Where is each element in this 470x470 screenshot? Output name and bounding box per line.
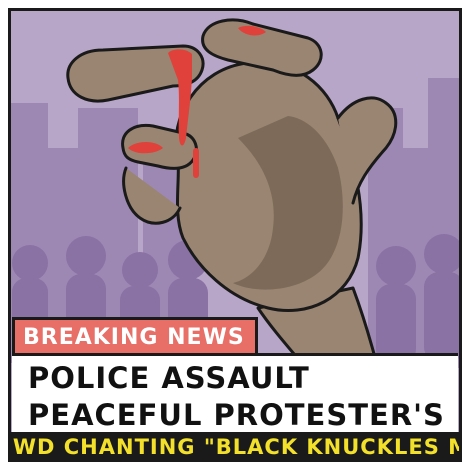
- comic-panel: BREAKING NEWS POLICE ASSAULT PEACEFUL PR…: [8, 8, 462, 462]
- ticker-text: OWD CHANTING "BLACK KNUCKLES MATT: [8, 435, 462, 459]
- news-ticker: OWD CHANTING "BLACK KNUCKLES MATT: [8, 432, 462, 462]
- breaking-news-label: BREAKING NEWS: [23, 325, 245, 350]
- headline-banner: POLICE ASSAULT PEACEFUL PROTESTER'S FIST: [12, 353, 458, 462]
